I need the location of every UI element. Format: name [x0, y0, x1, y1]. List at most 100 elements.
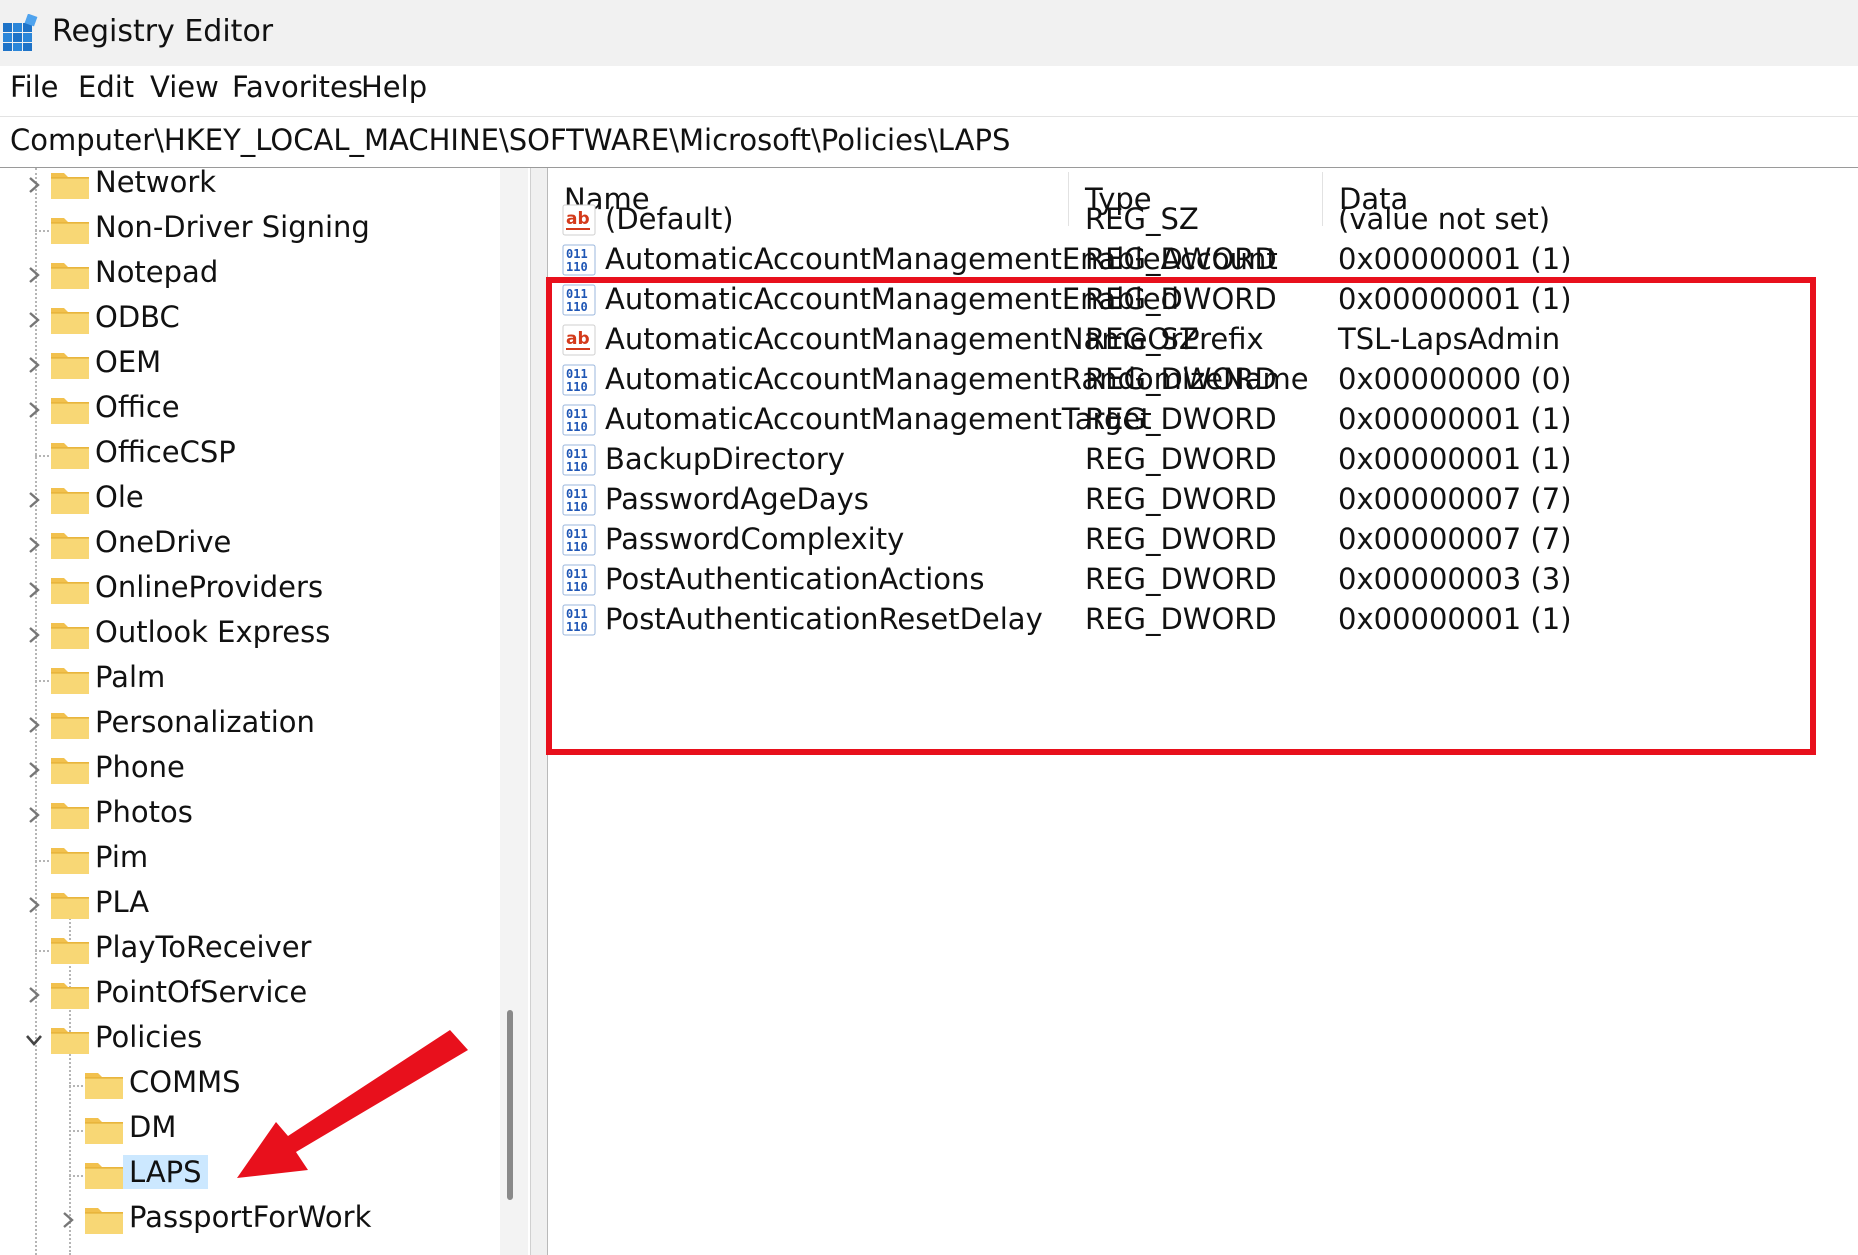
- tree-item-comms[interactable]: COMMS: [0, 1063, 500, 1107]
- tree-item-personalization[interactable]: Personalization: [0, 703, 500, 747]
- chevron-right-icon[interactable]: [22, 803, 46, 827]
- tree-item-label: Notepad: [95, 255, 219, 289]
- tree-item-phone[interactable]: Phone: [0, 748, 500, 792]
- tree-item-officecsp[interactable]: OfficeCSP: [0, 433, 500, 477]
- chevron-right-icon[interactable]: [22, 533, 46, 557]
- chevron-right-icon[interactable]: [22, 173, 46, 197]
- chevron-right-icon[interactable]: [22, 353, 46, 377]
- value-type: REG_DWORD: [1085, 242, 1277, 276]
- folder-icon: [50, 887, 90, 921]
- chevron-right-icon[interactable]: [22, 623, 46, 647]
- chevron-right-icon[interactable]: [22, 713, 46, 737]
- menu-file[interactable]: File: [10, 70, 59, 104]
- folder-icon: [84, 1112, 124, 1146]
- value-type: REG_DWORD: [1085, 402, 1277, 436]
- svg-text:110: 110: [566, 620, 588, 634]
- tree-item-label: Ole: [95, 480, 144, 514]
- binary-value-icon: 011 110: [562, 602, 598, 638]
- menu-edit[interactable]: Edit: [78, 70, 134, 104]
- values-list[interactable]: Name Type Data ab (Default) REG_SZ (value n…: [548, 168, 1858, 1255]
- folder-icon: [50, 257, 90, 291]
- tree-item-office[interactable]: Office: [0, 388, 500, 432]
- value-data: 0x00000007 (7): [1338, 522, 1572, 556]
- address-path[interactable]: Computer\HKEY_LOCAL_MACHINE\SOFTWARE\Mic…: [10, 123, 1010, 157]
- value-name: AutomaticAccountManagementTarget: [605, 402, 1152, 436]
- tree-item-photos[interactable]: Photos: [0, 793, 500, 837]
- tree-item-label: OfficeCSP: [95, 435, 236, 469]
- chevron-down-icon[interactable]: [22, 1028, 46, 1052]
- folder-icon: [84, 1157, 124, 1191]
- tree-item-non-driver-signing[interactable]: Non-Driver Signing: [0, 208, 500, 252]
- binary-value-icon: 011 110: [562, 562, 598, 598]
- chevron-right-icon[interactable]: [22, 398, 46, 422]
- folder-icon: [50, 168, 90, 201]
- value-type: REG_DWORD: [1085, 282, 1277, 316]
- chevron-right-icon[interactable]: [22, 488, 46, 512]
- folder-icon: [50, 977, 90, 1011]
- svg-text:110: 110: [566, 460, 588, 474]
- tree-scrollbar[interactable]: [500, 168, 528, 1255]
- chevron-right-icon[interactable]: [22, 893, 46, 917]
- chevron-right-icon[interactable]: [22, 308, 46, 332]
- tree-item-outlook-express[interactable]: Outlook Express: [0, 613, 500, 657]
- tree-guide-line: [35, 230, 49, 232]
- key-tree[interactable]: Network Non-Driver Signing Notepad ODBC OEM O…: [0, 168, 530, 1255]
- tree-item-palm[interactable]: Palm: [0, 658, 500, 702]
- binary-value-icon: 011 110: [562, 522, 598, 558]
- svg-text:011: 011: [566, 527, 588, 541]
- value-data: 0x00000007 (7): [1338, 482, 1572, 516]
- tree-item-onedrive[interactable]: OneDrive: [0, 523, 500, 567]
- tree-item-pim[interactable]: Pim: [0, 838, 500, 882]
- tree-item-oem[interactable]: OEM: [0, 343, 500, 387]
- chevron-right-icon[interactable]: [22, 263, 46, 287]
- tree-item-label: Photos: [95, 795, 193, 829]
- menu-help[interactable]: Help: [361, 70, 427, 104]
- folder-icon: [50, 662, 90, 696]
- tree-item-onlineproviders[interactable]: OnlineProviders: [0, 568, 500, 612]
- folder-icon: [50, 797, 90, 831]
- tree-item-label: PointOfService: [95, 975, 308, 1009]
- address-bar[interactable]: Computer\HKEY_LOCAL_MACHINE\SOFTWARE\Mic…: [0, 116, 1858, 169]
- value-name: BackupDirectory: [605, 442, 845, 476]
- tree-item-network[interactable]: Network: [0, 168, 500, 207]
- tree-item-pointofservice[interactable]: PointOfService: [0, 973, 500, 1017]
- value-type: REG_DWORD: [1085, 482, 1277, 516]
- tree-item-playtoreceiver[interactable]: PlayToReceiver: [0, 928, 500, 972]
- tree-item-pla[interactable]: PLA: [0, 883, 500, 927]
- folder-icon: [50, 347, 90, 381]
- chevron-right-icon[interactable]: [22, 758, 46, 782]
- tree-guide-line: [35, 860, 49, 862]
- folder-icon: [50, 212, 90, 246]
- tree-item-ole[interactable]: Ole: [0, 478, 500, 522]
- value-row[interactable]: 011 110 PostAuthenticationResetDelay REG_DW…: [548, 596, 1858, 643]
- value-data: (value not set): [1338, 202, 1551, 236]
- tree-scrollbar-thumb[interactable]: [507, 1010, 513, 1200]
- tree-item-laps[interactable]: LAPS: [0, 1153, 500, 1197]
- value-data: 0x00000001 (1): [1338, 602, 1572, 636]
- svg-text:110: 110: [566, 500, 588, 514]
- binary-value-icon: 011 110: [562, 242, 598, 278]
- tree-item-label: OneDrive: [95, 525, 232, 559]
- value-type: REG_DWORD: [1085, 442, 1277, 476]
- chevron-right-icon[interactable]: [56, 1208, 80, 1232]
- menu-view[interactable]: View: [150, 70, 219, 104]
- svg-text:011: 011: [566, 287, 588, 301]
- svg-text:011: 011: [566, 407, 588, 421]
- tree-item-dm[interactable]: DM: [0, 1108, 500, 1152]
- value-data: 0x00000001 (1): [1338, 242, 1572, 276]
- tree-item-notepad[interactable]: Notepad: [0, 253, 500, 297]
- tree-item-odbc[interactable]: ODBC: [0, 298, 500, 342]
- svg-text:110: 110: [566, 580, 588, 594]
- pane-splitter[interactable]: [530, 168, 549, 1255]
- tree-item-policies[interactable]: Policies: [0, 1018, 500, 1062]
- svg-text:011: 011: [566, 247, 588, 261]
- tree-item-label: OEM: [95, 345, 162, 379]
- chevron-right-icon[interactable]: [22, 983, 46, 1007]
- chevron-right-icon[interactable]: [22, 578, 46, 602]
- svg-text:ab: ab: [566, 329, 590, 349]
- tree-item-label: Network: [95, 168, 217, 199]
- value-name: PasswordComplexity: [605, 522, 905, 556]
- value-name: PasswordAgeDays: [605, 482, 869, 516]
- tree-item-passportforwork[interactable]: PassportForWork: [0, 1198, 500, 1242]
- menu-favorites[interactable]: Favorites: [232, 70, 363, 104]
